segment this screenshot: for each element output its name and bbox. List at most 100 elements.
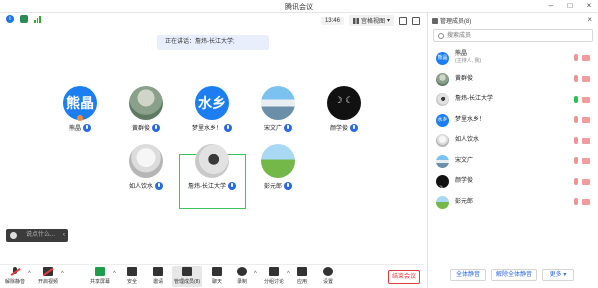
meeting-info-icon[interactable]: i	[6, 15, 14, 23]
chat-placeholder: 说点什么...	[26, 232, 56, 238]
chat-input-box[interactable]: 说点什么... ‹	[6, 229, 68, 242]
members-icon	[432, 18, 438, 25]
mic-muted-icon[interactable]	[574, 54, 578, 61]
search-input[interactable]	[447, 31, 587, 41]
video-label: 开启视频	[37, 279, 58, 285]
mute-all-button[interactable]: 全体静音	[450, 269, 486, 281]
breakout-button[interactable]: 分组讨论	[261, 267, 287, 285]
participant-name: 黄群俊	[131, 126, 150, 132]
chevron-up-icon[interactable]: ^	[28, 271, 31, 277]
list-item[interactable]: 如人饮水	[428, 131, 598, 152]
panel-footer: 全体静音 解除全体静音 更多 ▾	[428, 269, 598, 282]
participant-name: 梦里水乡！	[191, 126, 222, 132]
camera-off-icon[interactable]	[582, 55, 590, 61]
list-item[interactable]: 宋文广	[428, 151, 598, 172]
chevron-up-icon[interactable]: ^	[254, 271, 257, 277]
camera-off-icon[interactable]	[582, 117, 590, 124]
record-label: 录制	[236, 279, 247, 285]
members-icon	[182, 267, 192, 276]
chevron-down-icon: ▾	[563, 272, 567, 278]
maximize-icon[interactable]: □	[565, 1, 575, 11]
security-label: 安全	[126, 279, 137, 285]
fullscreen-icon[interactable]	[412, 16, 420, 25]
participant-tile[interactable]: 颜学俊	[314, 86, 374, 136]
invite-button[interactable]: 邀请	[145, 267, 171, 285]
member-name: 熊晶	[455, 51, 468, 57]
layout-icon[interactable]	[399, 16, 407, 25]
avatar	[129, 144, 163, 178]
meeting-time: 13:46	[320, 16, 344, 25]
apps-icon	[297, 267, 307, 276]
member-role: (主持人, 我)	[455, 58, 482, 64]
search-icon	[438, 33, 444, 39]
unmute-all-button[interactable]: 解除全体静音	[491, 269, 537, 281]
record-button[interactable]: 录制	[229, 267, 255, 285]
meeting-status-icons: i	[6, 15, 42, 23]
more-button[interactable]: 更多 ▾	[542, 269, 574, 281]
share-screen-button[interactable]: 共享屏幕	[87, 267, 113, 285]
participant-tile[interactable]: 彭元郎	[248, 144, 308, 194]
participant-tile[interactable]: 如人饮水	[116, 144, 176, 194]
manage-members-button[interactable]: 管理成员(8)	[172, 266, 202, 287]
mic-active-icon[interactable]	[574, 95, 578, 103]
signal-icon[interactable]	[34, 15, 42, 23]
settings-button[interactable]: 设置	[315, 267, 341, 285]
meeting-top-tools: 13:46 宫格视图 ▾	[320, 15, 420, 26]
camera-off-icon[interactable]	[582, 199, 590, 206]
shield-icon	[127, 267, 137, 276]
chevron-up-icon[interactable]: ^	[61, 271, 64, 277]
participant-name: 彭元郎	[263, 184, 282, 190]
mic-muted-icon[interactable]	[574, 157, 578, 165]
mic-muted-icon	[10, 267, 20, 276]
mic-icon	[152, 123, 160, 132]
chevron-up-icon[interactable]: ^	[113, 271, 116, 277]
manage-label: 管理成员(8)	[173, 279, 201, 285]
participant-tile[interactable]: 黄群俊	[116, 86, 176, 136]
list-item[interactable]: 黄群俊	[428, 69, 598, 90]
settings-label: 设置	[322, 279, 333, 285]
list-item[interactable]: 颜学俊	[428, 172, 598, 193]
mic-muted-icon[interactable]	[574, 177, 578, 185]
camera-off-icon[interactable]	[582, 96, 590, 103]
participant-name: 颜学俊	[329, 126, 348, 132]
mic-muted-icon[interactable]	[574, 198, 578, 206]
camera-off-icon[interactable]	[582, 137, 590, 144]
breakout-icon	[269, 267, 279, 276]
shield-icon[interactable]	[20, 15, 28, 23]
mute-button[interactable]: 解除静音	[2, 267, 28, 285]
camera-off-icon	[43, 267, 53, 276]
chat-button[interactable]: 聊天	[204, 267, 230, 285]
participant-tile[interactable]: 詹炜-长江大学	[182, 144, 242, 194]
list-item[interactable]: 熊晶 熊晶 (主持人, 我)	[428, 47, 598, 69]
participant-tile[interactable]: 熊晶 熊晶	[50, 86, 110, 136]
avatar	[129, 86, 163, 120]
camera-off-icon[interactable]	[582, 76, 590, 83]
mic-muted-icon[interactable]	[574, 136, 578, 144]
list-item[interactable]: 彭元郎	[428, 192, 598, 213]
list-item[interactable]: 詹炜-长江大学	[428, 90, 598, 111]
list-item[interactable]: 水乡 梦里水乡！	[428, 110, 598, 131]
avatar	[261, 86, 295, 120]
close-icon[interactable]: ×	[587, 15, 592, 24]
mic-icon	[155, 181, 163, 190]
chevron-down-icon: ▾	[386, 18, 390, 24]
chevron-left-icon[interactable]: ‹	[63, 229, 65, 242]
camera-off-icon[interactable]	[582, 178, 590, 185]
member-name: 梦里水乡！	[455, 116, 486, 123]
security-button[interactable]: 安全	[119, 267, 145, 285]
mic-muted-icon[interactable]	[574, 116, 578, 124]
mic-muted-icon[interactable]	[574, 75, 578, 83]
minimize-icon[interactable]: –	[546, 1, 556, 11]
apps-button[interactable]: 应用	[289, 267, 315, 285]
avatar	[261, 144, 295, 178]
camera-off-icon[interactable]	[582, 158, 590, 165]
end-meeting-button[interactable]: 结束会议	[388, 270, 420, 284]
close-icon[interactable]: ×	[584, 1, 594, 11]
view-switch-button[interactable]: 宫格视图 ▾	[348, 15, 394, 26]
breakout-label: 分组讨论	[263, 279, 284, 285]
member-name: 黄群俊	[455, 75, 474, 82]
participant-tile[interactable]: 水乡 梦里水乡！	[182, 86, 242, 136]
video-button[interactable]: 开启视频	[35, 267, 61, 285]
grid-icon	[352, 17, 359, 24]
participant-tile[interactable]: 宋文广	[248, 86, 308, 136]
